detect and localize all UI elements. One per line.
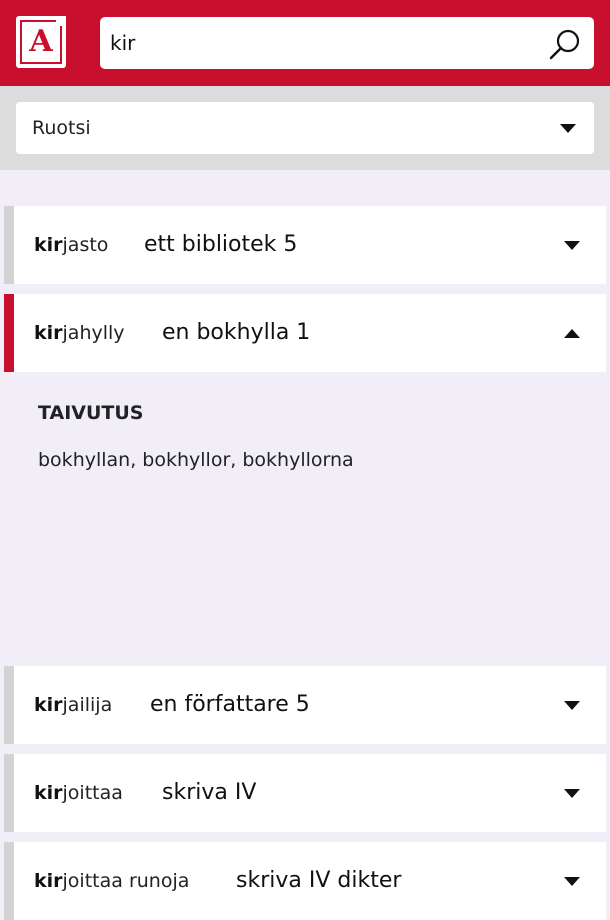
result-row-kirjoittaa-runoja[interactable]: kirjoittaa runoja skriva IV dikter bbox=[4, 842, 606, 920]
result-row-kirjoittaa[interactable]: kirjoittaa skriva IV bbox=[4, 754, 606, 832]
result-word: kirjailija bbox=[34, 666, 112, 744]
result-row-kirjahylly[interactable]: kirjahylly en bokhylla 1 bbox=[4, 294, 606, 372]
result-translation: skriva IV bbox=[162, 780, 257, 805]
result-word: kirjoittaa bbox=[34, 754, 123, 832]
result-word-match: kir bbox=[34, 694, 63, 716]
language-select-value: Ruotsi bbox=[32, 117, 91, 139]
result-word-rest: joittaa bbox=[62, 782, 123, 804]
result-translation: en författare 5 bbox=[150, 692, 310, 717]
result-translation: ett bibliotek 5 bbox=[144, 232, 298, 257]
search-input[interactable]: kir bbox=[100, 17, 594, 69]
language-select[interactable]: Ruotsi bbox=[16, 102, 594, 154]
result-word-rest: joittaa runoja bbox=[62, 870, 190, 892]
expand-chevron-icon[interactable] bbox=[564, 877, 580, 886]
result-word-rest: jasto bbox=[62, 234, 109, 256]
result-word-match: kir bbox=[34, 870, 63, 892]
result-word-match: kir bbox=[34, 782, 63, 804]
search-icon[interactable] bbox=[548, 28, 582, 62]
expand-chevron-icon[interactable] bbox=[564, 241, 580, 250]
result-row-kirjailija[interactable]: kirjailija en författare 5 bbox=[4, 666, 606, 744]
result-word: kirjahylly bbox=[34, 294, 125, 372]
expand-chevron-icon[interactable] bbox=[564, 789, 580, 798]
language-bar: Ruotsi bbox=[0, 86, 610, 170]
app-logo[interactable]: A bbox=[16, 16, 66, 68]
result-translation: skriva IV dikter bbox=[236, 868, 402, 893]
logo-letter: A bbox=[29, 24, 53, 59]
result-word-rest: jahylly bbox=[62, 322, 125, 344]
result-row-kirjasto[interactable]: kirjasto ett bibliotek 5 bbox=[4, 206, 606, 284]
result-translation: en bokhylla 1 bbox=[162, 320, 311, 345]
expand-chevron-icon[interactable] bbox=[564, 701, 580, 710]
result-word: kirjasto bbox=[34, 206, 108, 284]
collapse-chevron-icon[interactable] bbox=[564, 329, 580, 338]
result-word-match: kir bbox=[34, 234, 63, 256]
result-word-rest: jailija bbox=[62, 694, 113, 716]
inflection-heading: TAIVUTUS bbox=[38, 402, 144, 424]
inflection-forms: bokhyllan, bokhyllor, bokhyllorna bbox=[38, 449, 354, 471]
result-word-match: kir bbox=[34, 322, 63, 344]
search-value[interactable]: kir bbox=[110, 17, 135, 69]
app-header: A kir bbox=[0, 0, 610, 86]
result-word: kirjoittaa runoja bbox=[34, 842, 189, 920]
chevron-down-icon[interactable] bbox=[560, 124, 576, 133]
